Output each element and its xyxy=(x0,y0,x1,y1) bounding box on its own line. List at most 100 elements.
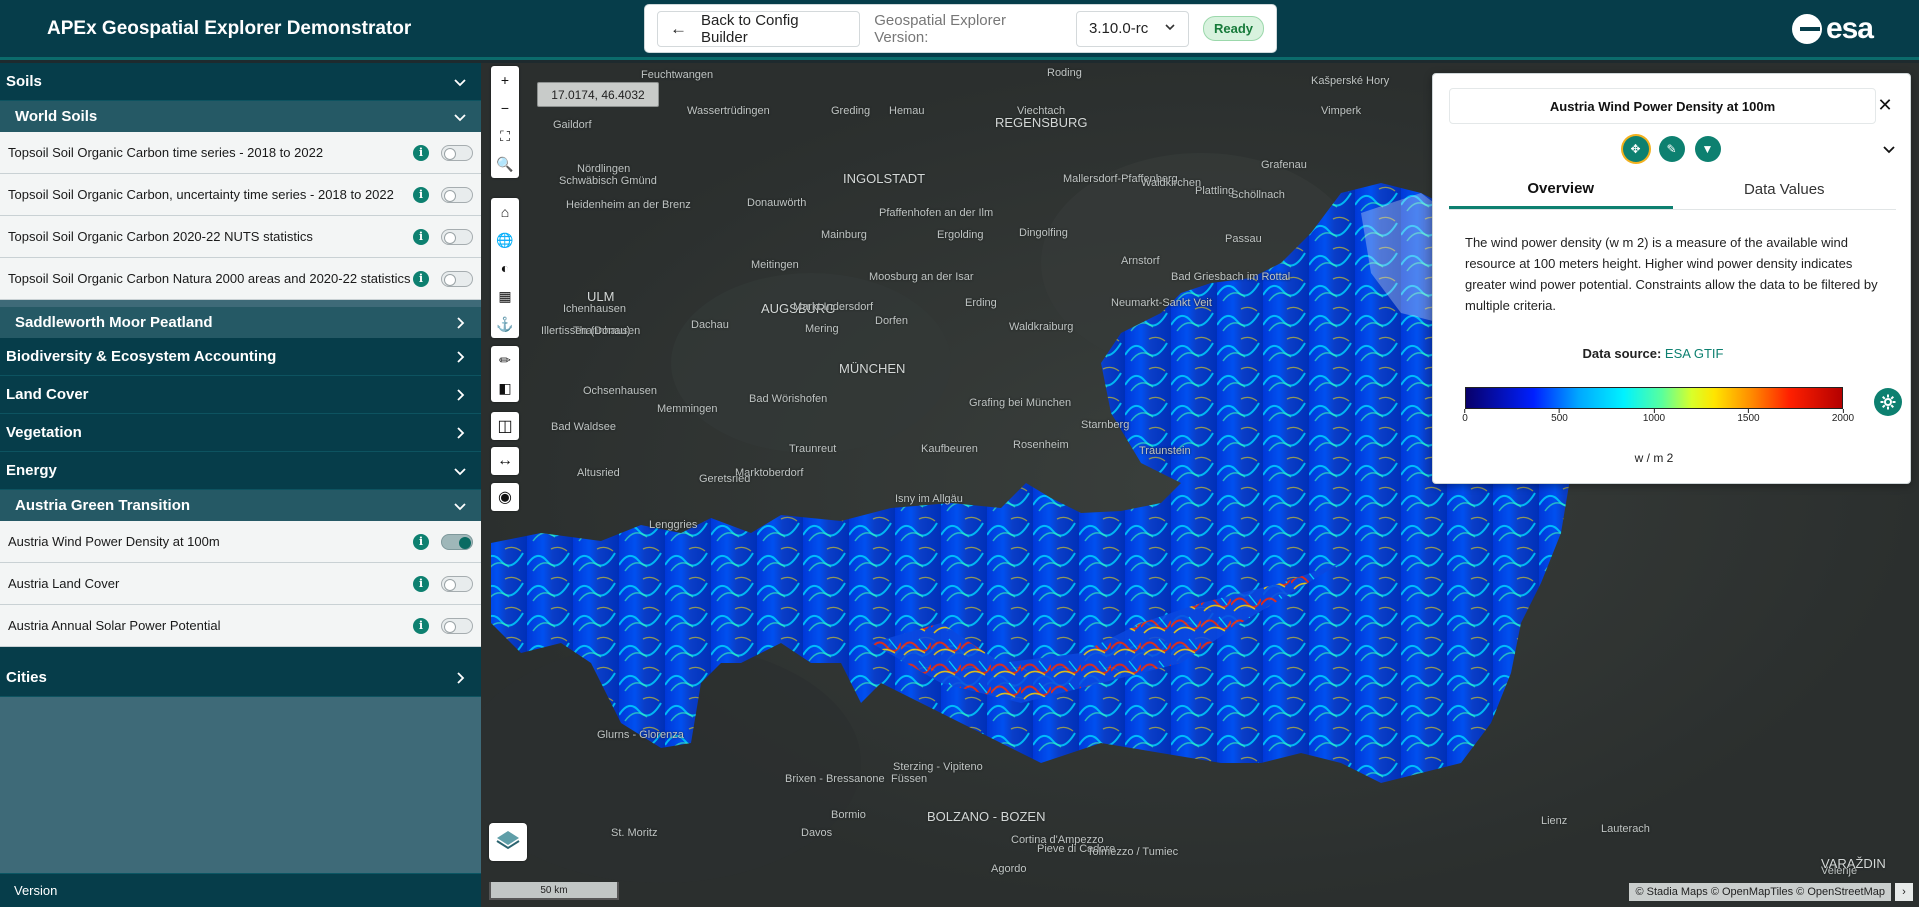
subcategory-label: Saddleworth Moor Peatland xyxy=(15,314,213,331)
layer-label: Topsoil Soil Organic Carbon time series … xyxy=(8,145,324,160)
info-icon[interactable]: i xyxy=(413,228,429,245)
data-source: Data source: ESA GTIF xyxy=(1433,346,1873,361)
map-place-label: Wassertrüdingen xyxy=(687,105,770,117)
zoom-out-icon[interactable]: − xyxy=(491,94,519,122)
basemap-icon[interactable]: ◐ xyxy=(491,254,519,282)
category-land-cover[interactable]: Land Cover xyxy=(0,376,481,414)
map-place-label: Traunstein xyxy=(1139,445,1191,457)
subcategory-world-soils[interactable]: World Soils xyxy=(0,101,481,132)
map-place-label: Lenggries xyxy=(649,519,698,531)
layer-toggle[interactable] xyxy=(441,186,473,203)
map-place-label: Agordo xyxy=(991,863,1027,875)
layer-row: Topsoil Soil Organic Carbon 2020-22 NUTS… xyxy=(0,216,481,258)
info-icon[interactable]: i xyxy=(413,533,429,550)
layer-toggle[interactable] xyxy=(441,617,473,634)
paint-bucket-icon[interactable]: ◫ xyxy=(491,412,519,440)
info-icon[interactable]: i xyxy=(413,617,429,634)
layer-toggle[interactable] xyxy=(441,533,473,550)
chevron-right-icon xyxy=(453,350,467,364)
map-place-label: Heidenheim an der Brenz xyxy=(566,199,691,211)
chevron-down-icon xyxy=(453,464,467,478)
style-icon[interactable]: ✎ xyxy=(1658,136,1685,162)
version-label: Geospatial Explorer Version: xyxy=(874,11,1006,46)
subcategory-austria-green-transition[interactable]: Austria Green Transition xyxy=(0,490,481,521)
chevron-right-icon xyxy=(453,671,467,685)
layer-toggle[interactable] xyxy=(441,228,473,245)
city-icon[interactable]: ▦ xyxy=(491,282,519,310)
data-source-link[interactable]: ESA GTIF xyxy=(1665,346,1724,361)
draw-polygon-icon[interactable]: ◧ xyxy=(491,374,519,402)
subcategory-label: World Soils xyxy=(15,108,98,125)
layer-toggle[interactable] xyxy=(441,144,473,161)
map-place-label: Geretsried xyxy=(699,473,751,485)
category-energy[interactable]: Energy xyxy=(0,452,481,490)
map-place-label: VARAŽDIN xyxy=(1821,856,1886,871)
map-place-label: Isny im Allgäu xyxy=(895,493,963,505)
gear-icon[interactable] xyxy=(1874,388,1902,416)
chevron-down-icon[interactable] xyxy=(1882,142,1896,156)
map-place-label: Illertissen (Donau) xyxy=(541,325,631,337)
layer-switcher-button[interactable] xyxy=(489,823,527,861)
chevron-right-icon xyxy=(453,388,467,402)
panel-tabs: Overview Data Values xyxy=(1449,170,1896,210)
layer-row: Austria Land Cover i xyxy=(0,563,481,605)
category-cities[interactable]: Cities xyxy=(0,659,481,697)
category-label: Soils xyxy=(6,73,42,90)
category-biodiversity[interactable]: Biodiversity & Ecosystem Accounting xyxy=(0,338,481,376)
map-attribution: © Stadia Maps © OpenMapTiles © OpenStree… xyxy=(1629,883,1891,901)
camera-icon[interactable]: ◉ xyxy=(491,483,519,511)
map-place-label: Mainburg xyxy=(821,229,867,241)
subcategory-saddleworth-moor-peatland[interactable]: Saddleworth Moor Peatland xyxy=(0,307,481,338)
tab-overview[interactable]: Overview xyxy=(1449,170,1673,209)
map-place-label: REGENSBURG xyxy=(995,115,1088,130)
layer-sidebar: Soils World Soils Topsoil Soil Organic C… xyxy=(0,63,481,907)
move-icon[interactable]: ✥ xyxy=(1622,136,1649,162)
globe-icon[interactable]: 🌐 xyxy=(491,226,519,254)
layer-toggle[interactable] xyxy=(441,575,473,592)
legend-tick: 500 xyxy=(1551,409,1568,424)
esa-logo: esa xyxy=(1791,12,1874,46)
fullscreen-icon[interactable]: ⛶ xyxy=(491,122,519,150)
info-icon[interactable]: i xyxy=(413,144,429,161)
ruler-icon[interactable]: ✏ xyxy=(491,346,519,374)
back-to-config-builder-button[interactable]: ← Back to Config Builder xyxy=(657,10,861,47)
tab-data-values[interactable]: Data Values xyxy=(1673,170,1897,209)
map-place-label: Bad Waldsee xyxy=(551,421,617,433)
swipe-compare-icon[interactable]: ↔ xyxy=(491,447,519,475)
map-place-label: Markt Indersdorf xyxy=(793,301,874,313)
filter-icon[interactable]: ▼ xyxy=(1694,136,1721,162)
version-footer[interactable]: Version xyxy=(0,873,481,907)
panel-title: Austria Wind Power Density at 100m xyxy=(1449,88,1876,124)
info-icon[interactable]: i xyxy=(413,270,429,287)
info-icon[interactable]: i xyxy=(413,186,429,203)
map-place-label: Meitingen xyxy=(751,259,799,271)
map-place-label: BOLZANO - BOZEN xyxy=(927,809,1046,824)
map-place-label: Dorfen xyxy=(875,315,909,327)
zoom-in-icon[interactable]: + xyxy=(491,66,519,94)
map-place-label: Grafing bei München xyxy=(969,397,1072,409)
category-vegetation[interactable]: Vegetation xyxy=(0,414,481,452)
close-icon[interactable]: ✕ xyxy=(1875,95,1895,115)
map-place-label: Kašperské Hory xyxy=(1311,75,1390,87)
layer-toggle[interactable] xyxy=(441,270,473,287)
map-place-label: Rosenheim xyxy=(1013,439,1069,451)
anchor-icon[interactable]: ⚓ xyxy=(491,310,519,338)
map-place-label: Davos xyxy=(801,827,833,839)
map-place-label: St. Moritz xyxy=(611,827,658,839)
map-zoom-toolbar: + − ⛶ 🔍 xyxy=(491,66,519,178)
category-label: Cities xyxy=(6,669,47,686)
map-place-label: Nördlingen xyxy=(577,163,631,175)
map-place-label: Bad Griesbach im Rottal xyxy=(1171,271,1291,283)
zoom-extent-icon[interactable]: 🔍 xyxy=(491,150,519,178)
status-badge: Ready xyxy=(1202,16,1264,41)
version-select[interactable]: 3.10.0-rc xyxy=(1076,10,1189,47)
map-place-label: Passau xyxy=(1225,233,1262,245)
chevron-down-icon xyxy=(453,75,467,89)
chevron-right-icon[interactable]: › xyxy=(1895,883,1913,901)
map-place-label: Lienz xyxy=(1541,815,1568,827)
map-place-label: Waldkirchen xyxy=(1141,177,1202,189)
home-icon[interactable]: ⌂ xyxy=(491,198,519,226)
map-place-label: Gaildorf xyxy=(553,119,592,131)
category-soils[interactable]: Soils xyxy=(0,63,481,101)
info-icon[interactable]: i xyxy=(413,575,429,592)
